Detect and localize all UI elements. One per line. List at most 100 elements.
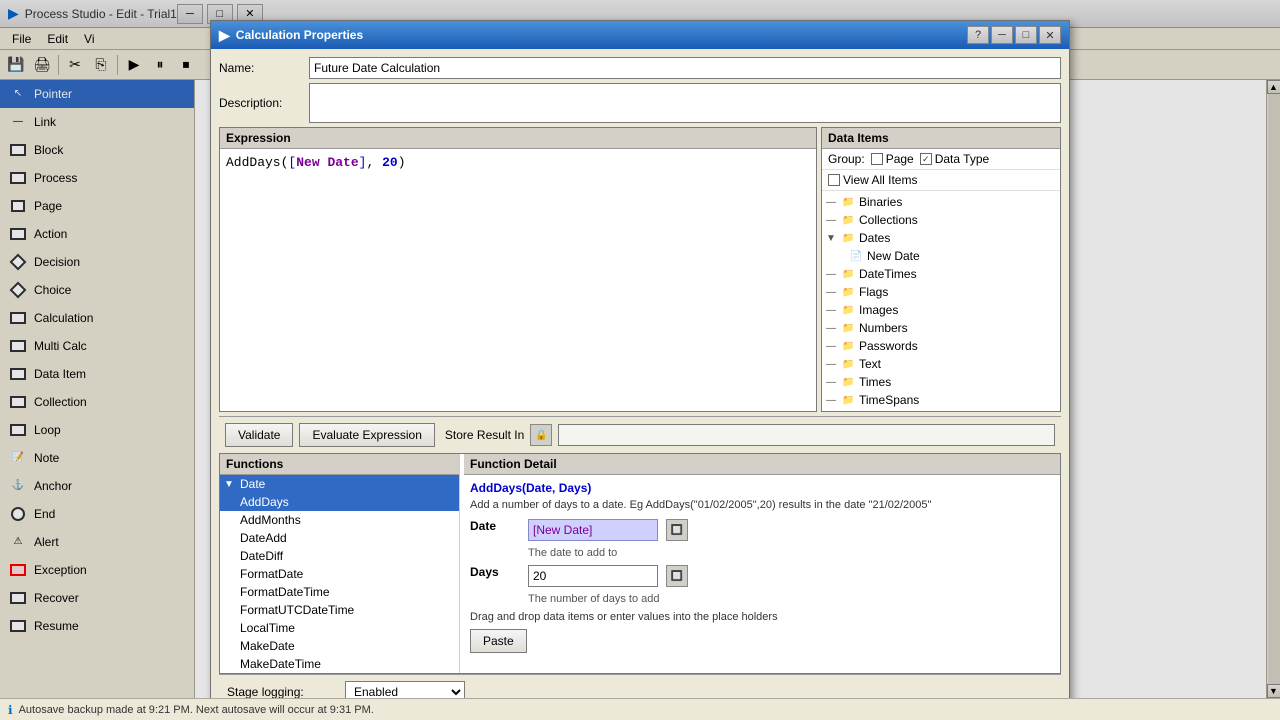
fn-item-makedatetime[interactable]: MakeDateTime	[220, 655, 459, 673]
dialog-overlay: ▶ Calculation Properties ? ─ □ ✕ Name:	[0, 0, 1280, 720]
name-row: Name:	[219, 57, 1061, 79]
tree-new-date[interactable]: 📄 New Date	[822, 247, 1060, 265]
datetimes-icon: 📁	[842, 269, 856, 280]
function-detail-header: Function Detail	[464, 454, 1060, 475]
dialog-help-btn[interactable]: ?	[967, 26, 989, 44]
functions-panel: Functions ▼ Date AddDays AddMonths	[220, 454, 460, 673]
fn-makedate-label: MakeDate	[240, 639, 295, 653]
times-icon: 📁	[842, 377, 856, 388]
fn-localtime-label: LocalTime	[240, 621, 295, 635]
tree-flags[interactable]: — 📁 Flags	[822, 283, 1060, 301]
tree-images[interactable]: — 📁 Images	[822, 301, 1060, 319]
view-all-row: View All Items	[822, 170, 1060, 191]
fn-param1-picker[interactable]: 🔲	[666, 519, 688, 541]
functions-header: Functions	[220, 454, 459, 475]
tree-binaries[interactable]: — 📁 Binaries	[822, 193, 1060, 211]
fn-category-date[interactable]: ▼ Date	[220, 475, 459, 493]
dialog-restore-btn[interactable]: □	[1015, 26, 1037, 44]
description-label: Description:	[219, 96, 309, 110]
fn-param2-row: Days 🔲	[470, 565, 1054, 587]
fn-item-datediff[interactable]: DateDiff	[220, 547, 459, 565]
functions-list: ▼ Date AddDays AddMonths DateAdd	[220, 475, 459, 673]
fn-param2-picker[interactable]: 🔲	[666, 565, 688, 587]
expression-header: Expression	[220, 128, 816, 149]
fn-param2-desc: The number of days to add	[528, 593, 1054, 605]
tree-numbers[interactable]: — 📁 Numbers	[822, 319, 1060, 337]
newdate-icon: 📄	[850, 251, 864, 262]
viewall-checkbox[interactable]	[828, 174, 840, 186]
tree-times[interactable]: — 📁 Times	[822, 373, 1060, 391]
status-bar: ℹ Autosave backup made at 9:21 PM. Next …	[0, 698, 1280, 720]
fn-formatutcdatetime-label: FormatUTCDateTime	[240, 603, 354, 617]
dates-icon: 📁	[842, 233, 856, 244]
fn-item-adddays[interactable]: AddDays	[220, 493, 459, 511]
datatype-checkbox-label[interactable]: Data Type	[920, 152, 989, 166]
dialog-close-btn[interactable]: ✕	[1039, 26, 1061, 44]
fn-param2-input[interactable]	[528, 565, 658, 587]
page-checkbox[interactable]	[871, 153, 883, 165]
fn-item-formatutcdatetime[interactable]: FormatUTCDateTime	[220, 601, 459, 619]
fn-item-dateadd[interactable]: DateAdd	[220, 529, 459, 547]
store-label: Store Result In	[445, 428, 524, 442]
tree-passwords[interactable]: — 📁 Passwords	[822, 337, 1060, 355]
tree-dates[interactable]: ▼ 📁 Dates	[822, 229, 1060, 247]
dialog-title-icon: ▶	[219, 27, 230, 44]
fn-makedatetime-label: MakeDateTime	[240, 657, 321, 671]
store-picker-btn[interactable]: 🔒	[530, 424, 552, 446]
numbers-expand: —	[826, 323, 840, 334]
images-icon: 📁	[842, 305, 856, 316]
fn-formatdate-label: FormatDate	[240, 567, 303, 581]
tree-collections[interactable]: — 📁 Collections	[822, 211, 1060, 229]
function-detail-panel: Function Detail AddDays(Date, Days) Add …	[464, 454, 1060, 673]
bottom-section: Functions ▼ Date AddDays AddMonths	[219, 453, 1061, 674]
text-icon: 📁	[842, 359, 856, 370]
fn-datediff-label: DateDiff	[240, 549, 283, 563]
dialog-minimize-btn[interactable]: ─	[991, 26, 1013, 44]
fn-item-formatdatetime[interactable]: FormatDateTime	[220, 583, 459, 601]
tree-datetimes[interactable]: — 📁 DateTimes	[822, 265, 1060, 283]
fn-param1-desc: The date to add to	[528, 547, 1054, 559]
paste-btn[interactable]: Paste	[470, 629, 527, 653]
datatype-checkbox[interactable]	[920, 153, 932, 165]
fn-param1-row: Date 🔲	[470, 519, 1054, 541]
times-expand: —	[826, 377, 840, 388]
validate-btn[interactable]: Validate	[225, 423, 293, 447]
main-content: Expression AddDays([New Date], 20) Data …	[219, 127, 1061, 412]
numbers-icon: 📁	[842, 323, 856, 334]
validate-row: Validate Evaluate Expression Store Resul…	[219, 416, 1061, 453]
expression-section: Expression AddDays([New Date], 20)	[219, 127, 817, 412]
fn-param1-input[interactable]	[528, 519, 658, 541]
page-label: Page	[886, 152, 914, 166]
data-items-tree: — 📁 Binaries — 📁 Collections ▼	[822, 191, 1060, 411]
fn-formatdatetime-label: FormatDateTime	[240, 585, 330, 599]
evaluate-btn[interactable]: Evaluate Expression	[299, 423, 434, 447]
store-result-input[interactable]	[558, 424, 1055, 446]
fn-item-makedate[interactable]: MakeDate	[220, 637, 459, 655]
calculation-properties-dialog: ▶ Calculation Properties ? ─ □ ✕ Name:	[210, 20, 1070, 720]
fn-item-formatdate[interactable]: FormatDate	[220, 565, 459, 583]
collections-icon: 📁	[842, 215, 856, 226]
page-checkbox-label[interactable]: Page	[871, 152, 914, 166]
passwords-icon: 📁	[842, 341, 856, 352]
name-input[interactable]	[309, 57, 1061, 79]
dialog-body: Name: Description: Expression AddDays([N…	[211, 49, 1069, 720]
fn-addmonths-label: AddMonths	[240, 513, 301, 527]
fn-param2-label: Days	[470, 565, 520, 579]
viewall-checkbox-label[interactable]: View All Items	[828, 173, 917, 187]
name-label: Name:	[219, 61, 309, 75]
datetimes-expand: —	[826, 269, 840, 280]
dialog-title-bar: ▶ Calculation Properties ? ─ □ ✕	[211, 21, 1069, 49]
description-input[interactable]	[309, 83, 1061, 123]
fn-drag-hint: Drag and drop data items or enter values…	[470, 611, 1054, 623]
collections-expand: —	[826, 215, 840, 226]
tree-text[interactable]: — 📁 Text	[822, 355, 1060, 373]
images-expand: —	[826, 305, 840, 316]
expression-body[interactable]: AddDays([New Date], 20)	[220, 149, 816, 309]
binaries-expand: —	[826, 197, 840, 208]
fn-item-localtime[interactable]: LocalTime	[220, 619, 459, 637]
dialog-title-controls: ? ─ □ ✕	[967, 26, 1061, 44]
fn-adddays-label: AddDays	[240, 495, 289, 509]
tree-timespans[interactable]: — 📁 TimeSpans	[822, 391, 1060, 409]
dialog-title-text: Calculation Properties	[236, 28, 967, 42]
fn-item-addmonths[interactable]: AddMonths	[220, 511, 459, 529]
